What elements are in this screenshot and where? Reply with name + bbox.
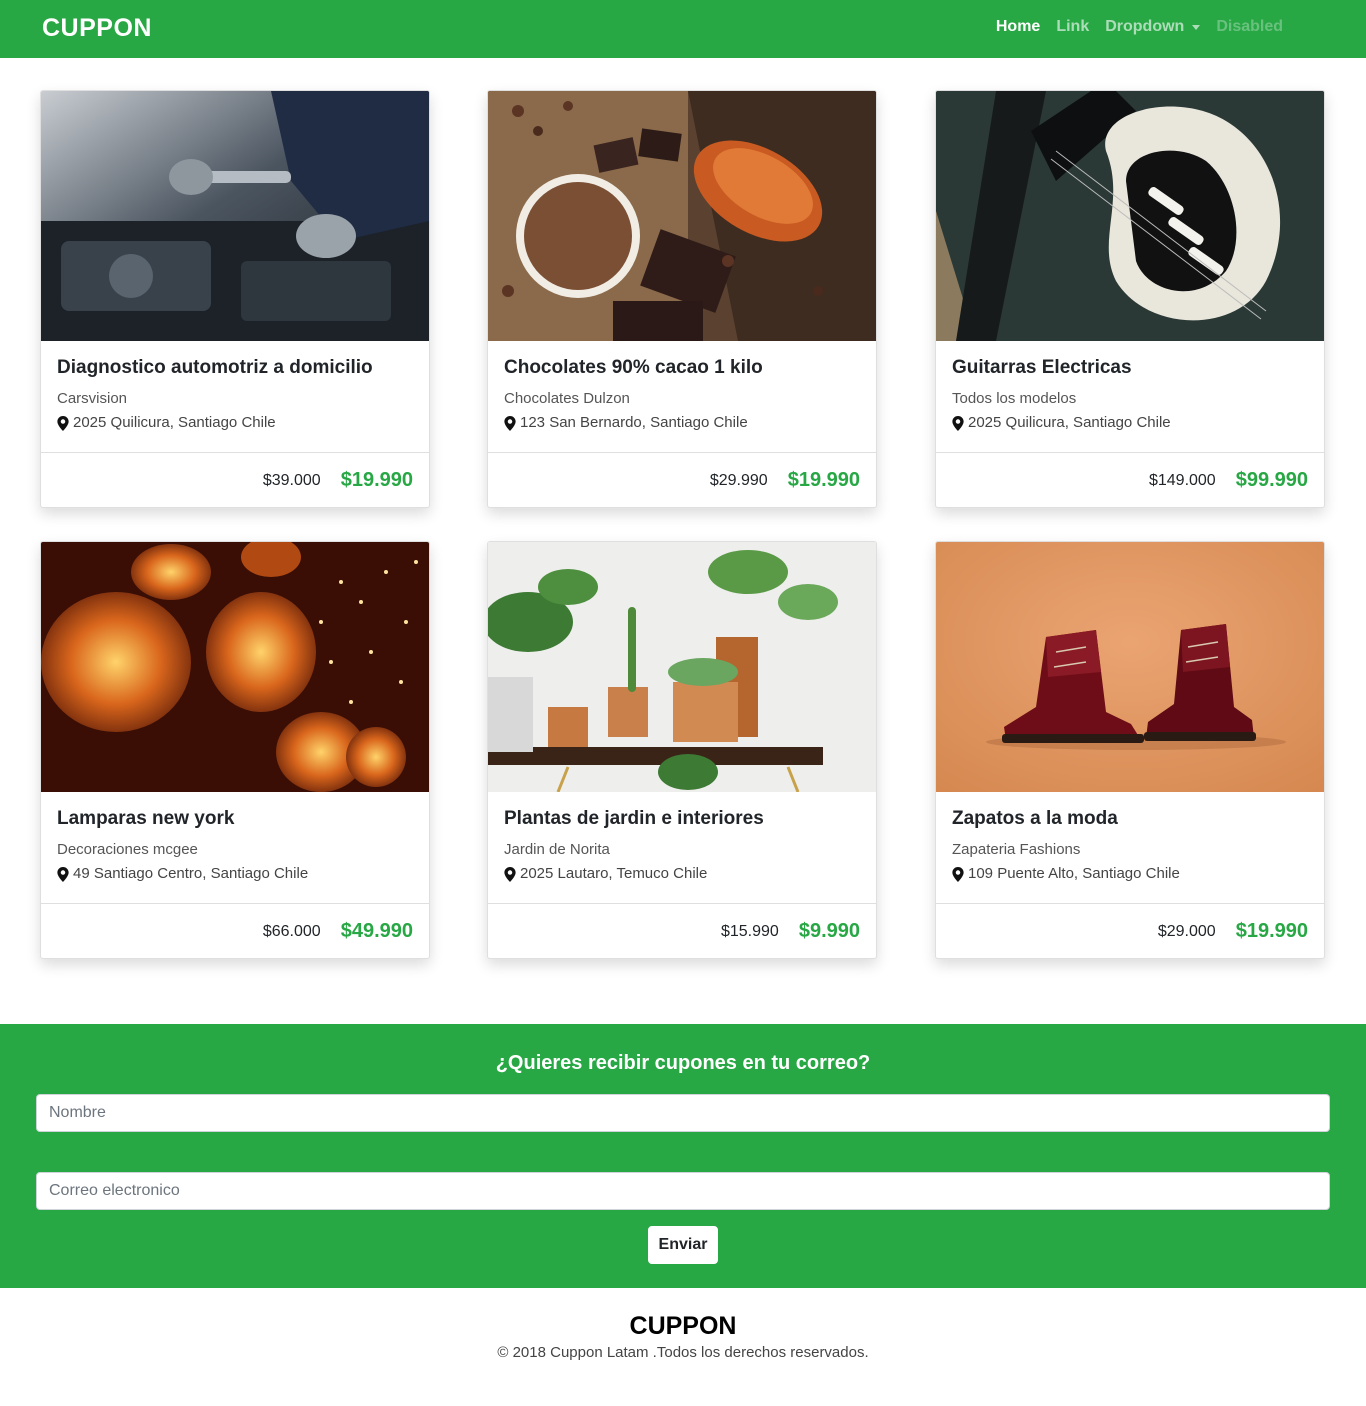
- nav-dropdown[interactable]: Dropdown: [1105, 18, 1201, 36]
- card-footer: $149.000 $99.990: [936, 452, 1324, 507]
- card-body: Diagnostico automotriz a domicilio Carsv…: [57, 355, 413, 433]
- footer-brand: CUPPON: [629, 1312, 737, 1340]
- nav-dropdown-label: Dropdown: [1105, 18, 1185, 35]
- card-image-lamps: [41, 542, 429, 792]
- nav-disabled: Disabled: [1216, 18, 1283, 35]
- card-image-plants: [488, 542, 876, 792]
- card-body: Plantas de jardin e interiores Jardin de…: [504, 806, 860, 884]
- new-price: $9.990: [798, 920, 860, 942]
- card-body: Lamparas new york Decoraciones mcgee 49 …: [57, 806, 413, 884]
- submit-button[interactable]: Enviar: [648, 1226, 718, 1264]
- card-location: 49 Santiago Centro, Santiago Chile: [57, 864, 413, 884]
- name-input[interactable]: [36, 1094, 1330, 1132]
- card-address: 123 San Bernardo, Santiago Chile: [520, 414, 748, 431]
- newsletter-title: ¿Quieres recibir cupones en tu correo?: [495, 1052, 871, 1074]
- coupon-card[interactable]: Diagnostico automotriz a domicilio Carsv…: [40, 90, 430, 508]
- new-price: $19.990: [1235, 920, 1308, 942]
- card-footer: $15.990 $9.990: [488, 903, 876, 958]
- email-input[interactable]: [36, 1172, 1330, 1210]
- card-company: Todos los modelos: [952, 390, 1077, 407]
- coupon-card[interactable]: Plantas de jardin e interiores Jardin de…: [487, 541, 877, 959]
- card-company: Zapateria Fashions: [952, 841, 1081, 858]
- new-price: $19.990: [787, 469, 860, 491]
- card-address: 2025 Lautaro, Temuco Chile: [520, 865, 708, 882]
- card-location: 2025 Quilicura, Santiago Chile: [952, 413, 1308, 433]
- card-company: Chocolates Dulzon: [504, 390, 630, 407]
- nav-link[interactable]: Link: [1056, 18, 1089, 36]
- brand-logo[interactable]: CUPPON: [42, 14, 152, 43]
- card-footer: $39.000 $19.990: [41, 452, 429, 507]
- card-address: 2025 Quilicura, Santiago Chile: [73, 414, 276, 431]
- card-title[interactable]: Zapatos a la moda: [952, 806, 1308, 832]
- card-image-guitar: [936, 91, 1324, 341]
- coupon-card[interactable]: Chocolates 90% cacao 1 kilo Chocolates D…: [487, 90, 877, 508]
- card-company: Jardin de Norita: [504, 841, 610, 858]
- card-title[interactable]: Lamparas new york: [57, 806, 413, 832]
- old-price: $29.000: [1157, 922, 1216, 940]
- card-location: 109 Puente Alto, Santiago Chile: [952, 864, 1308, 884]
- card-title[interactable]: Guitarras Electricas: [952, 355, 1308, 381]
- old-price: $29.990: [709, 471, 768, 489]
- new-price: $19.990: [340, 469, 413, 491]
- old-price: $39.000: [262, 471, 321, 489]
- card-title[interactable]: Diagnostico automotriz a domicilio: [57, 355, 413, 381]
- newsletter-section: ¿Quieres recibir cupones en tu correo? E…: [0, 1024, 1366, 1288]
- map-marker-icon: [952, 415, 964, 431]
- map-marker-icon: [504, 415, 516, 431]
- coupon-card[interactable]: Zapatos a la moda Zapateria Fashions 109…: [935, 541, 1325, 959]
- map-marker-icon: [952, 866, 964, 882]
- card-title[interactable]: Plantas de jardin e interiores: [504, 806, 860, 832]
- coupon-card[interactable]: Lamparas new york Decoraciones mcgee 49 …: [40, 541, 430, 959]
- card-location: 123 San Bernardo, Santiago Chile: [504, 413, 860, 433]
- map-marker-icon: [57, 866, 69, 882]
- new-price: $49.990: [340, 920, 413, 942]
- card-address: 109 Puente Alto, Santiago Chile: [968, 865, 1180, 882]
- footer-copyright: © 2018 Cuppon Latam .Todos los derechos …: [497, 1344, 869, 1361]
- old-price: $149.000: [1148, 471, 1216, 489]
- card-address: 2025 Quilicura, Santiago Chile: [968, 414, 1171, 431]
- card-title[interactable]: Chocolates 90% cacao 1 kilo: [504, 355, 860, 381]
- card-location: 2025 Lautaro, Temuco Chile: [504, 864, 860, 884]
- caret-down-icon: [1192, 24, 1201, 30]
- coupon-card[interactable]: Guitarras Electricas Todos los modelos 2…: [935, 90, 1325, 508]
- card-image-mechanic: [41, 91, 429, 341]
- card-body: Guitarras Electricas Todos los modelos 2…: [952, 355, 1308, 433]
- map-marker-icon: [57, 415, 69, 431]
- nav-home[interactable]: Home: [996, 18, 1040, 36]
- nav-links: Home Link Dropdown Disabled: [996, 18, 1283, 36]
- map-marker-icon: [504, 866, 516, 882]
- card-body: Chocolates 90% cacao 1 kilo Chocolates D…: [504, 355, 860, 433]
- old-price: $15.990: [720, 922, 779, 940]
- card-image-boots: [936, 542, 1324, 792]
- card-footer: $29.000 $19.990: [936, 903, 1324, 958]
- card-footer: $66.000 $49.990: [41, 903, 429, 958]
- new-price: $99.990: [1235, 469, 1308, 491]
- card-company: Decoraciones mcgee: [57, 841, 198, 858]
- card-image-cacao: [488, 91, 876, 341]
- card-company: Carsvision: [57, 390, 128, 407]
- card-address: 49 Santiago Centro, Santiago Chile: [73, 865, 309, 882]
- navbar: CUPPON Home Link Dropdown Disabled: [0, 0, 1366, 58]
- card-footer: $29.990 $19.990: [488, 452, 876, 507]
- card-body: Zapatos a la moda Zapateria Fashions 109…: [952, 806, 1308, 884]
- card-location: 2025 Quilicura, Santiago Chile: [57, 413, 413, 433]
- old-price: $66.000: [262, 922, 321, 940]
